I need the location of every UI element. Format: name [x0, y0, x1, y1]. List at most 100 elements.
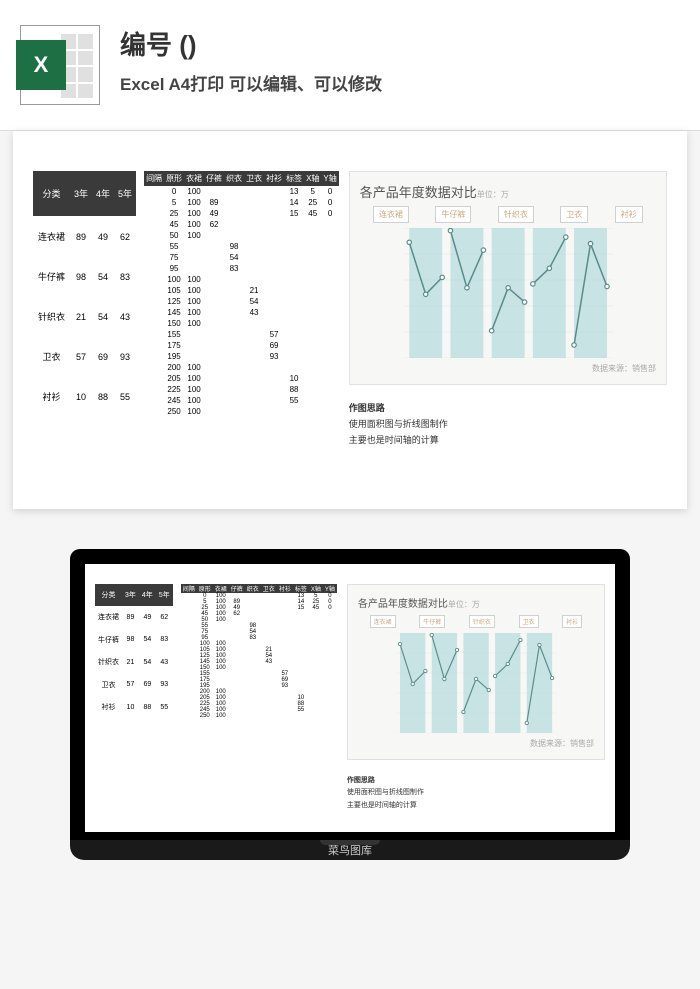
table-header: 仔裤	[229, 584, 245, 593]
table-row: 14510043	[144, 307, 339, 318]
table-header: 标签	[293, 584, 309, 593]
table-row: 19593	[144, 351, 339, 362]
header: X 编号 () Excel A4打印 可以编辑、可以修改	[0, 0, 700, 131]
table-row: 22510088	[144, 384, 339, 395]
notes: 作图思路使用面积图与折线图制作主要也是时间轴的计算	[347, 775, 605, 813]
legend-item: 针织衣	[498, 206, 534, 223]
table-header: 衣裙	[184, 171, 204, 186]
table-header: 标签	[284, 171, 304, 186]
table-row: 150100	[144, 318, 339, 329]
table-header: Y轴	[323, 584, 337, 593]
chart-container: 各产品年度数据对比单位：万连衣裙 牛仔裤 针织衣 卫衣 衬衫数据来源：销售部	[349, 171, 667, 385]
notes: 作图思路使用面积图与折线图制作主要也是时间轴的计算	[349, 400, 667, 449]
table-header: 间隔	[144, 171, 164, 186]
table-header: 衬衫	[277, 584, 293, 593]
legend-item: 牛仔裤	[435, 206, 471, 223]
document-preview-1: 分类3年4年5年连衣裙894962牛仔裤985483针织衣215443卫衣576…	[13, 131, 687, 509]
table-header: 4年	[139, 584, 156, 607]
table-row: 24510055	[144, 395, 339, 406]
table-row: 7554	[144, 252, 339, 263]
table-row: 4510062	[144, 219, 339, 230]
table-row: 卫衣576993	[95, 674, 173, 697]
table-row: 连衣裙894962	[33, 216, 136, 256]
table-row: 连衣裙894962	[95, 606, 173, 629]
table-header: 间隔	[181, 584, 197, 593]
chart-title: 各产品年度数据对比单位：万	[358, 595, 594, 610]
table-row: 01001350	[144, 186, 339, 197]
table-header: Y轴	[321, 171, 338, 186]
chart-unit: 单位：万	[448, 600, 480, 609]
table-row: 10510021	[144, 285, 339, 296]
table-header: X轴	[309, 584, 323, 593]
table-header: 分类	[33, 171, 70, 216]
excel-icon: X	[20, 25, 100, 105]
table-row: 251004915450	[144, 208, 339, 219]
table-row: 50100	[144, 230, 339, 241]
table-row: 牛仔裤985483	[95, 629, 173, 652]
table-row: 卫衣576993	[33, 337, 136, 377]
table-header: 织衣	[245, 584, 261, 593]
category-table: 分类3年4年5年连衣裙894962牛仔裤985483针织衣215443卫衣576…	[33, 171, 136, 417]
table-row: 20510010	[144, 373, 339, 384]
table-row: 9583	[144, 263, 339, 274]
table-header: 5年	[114, 171, 136, 216]
axis-table: 间隔原形衣裙仔裤织衣卫衣衬衫标签X轴Y轴01001350510089142502…	[144, 171, 339, 417]
table-header: 卫衣	[244, 171, 264, 186]
table-row: 250100	[181, 713, 337, 719]
legend-item: 卫衣	[519, 615, 539, 628]
table-row: 5598	[144, 241, 339, 252]
table-row: 衬衫108855	[95, 696, 173, 719]
chart-footer: 数据来源：销售部	[358, 738, 594, 749]
table-row: 51008914250	[144, 197, 339, 208]
notes-line: 主要也是时间轴的计算	[349, 432, 667, 448]
table-header: X轴	[304, 171, 321, 186]
legend-item: 针织衣	[469, 615, 495, 628]
notes-line: 使用面积图与折线图制作	[347, 787, 605, 800]
table-row: 牛仔裤985483	[33, 257, 136, 297]
chart-legend: 连衣裙 牛仔裤 针织衣 卫衣 衬衫	[360, 206, 656, 223]
chart-legend: 连衣裙 牛仔裤 针织衣 卫衣 衬衫	[358, 615, 594, 628]
chart-footer: 数据来源：销售部	[360, 363, 656, 374]
table-header: 织衣	[224, 171, 244, 186]
notes-line: 主要也是时间轴的计算	[347, 800, 605, 813]
legend-item: 连衣裙	[373, 206, 409, 223]
table-row: 衬衫108855	[33, 377, 136, 417]
axis-table: 间隔原形衣裙仔裤织衣卫衣衬衫标签X轴Y轴01001350510089142502…	[181, 584, 337, 719]
table-header: 分类	[95, 584, 122, 607]
table-header: 原形	[164, 171, 184, 186]
table-header: 原形	[197, 584, 213, 593]
notes-line: 使用面积图与折线图制作	[349, 416, 667, 432]
legend-item: 衬衫	[562, 615, 582, 628]
table-header: 5年	[156, 584, 173, 607]
table-header: 3年	[70, 171, 92, 216]
table-header: 衬衫	[264, 171, 284, 186]
table-row: 15557	[144, 329, 339, 340]
chart-title: 各产品年度数据对比单位：万	[360, 182, 656, 201]
chart-canvas	[360, 228, 656, 358]
chart-canvas	[358, 633, 594, 733]
table-row: 针织衣215443	[95, 651, 173, 674]
notes-title: 作图思路	[347, 775, 605, 788]
table-row: 12510054	[144, 296, 339, 307]
table-row: 17569	[144, 340, 339, 351]
legend-item: 牛仔裤	[419, 615, 445, 628]
laptop-mockup: 分类3年4年5年连衣裙894962牛仔裤985483针织衣215443卫衣576…	[70, 549, 630, 861]
table-header: 4年	[92, 171, 114, 216]
legend-item: 衬衫	[615, 206, 643, 223]
legend-item: 连衣裙	[370, 615, 396, 628]
chart-container: 各产品年度数据对比单位：万连衣裙 牛仔裤 针织衣 卫衣 衬衫数据来源：销售部	[347, 584, 605, 760]
category-table: 分类3年4年5年连衣裙894962牛仔裤985483针织衣215443卫衣576…	[95, 584, 173, 719]
chart-unit: 单位：万	[477, 190, 509, 199]
table-header: 衣裙	[213, 584, 229, 593]
table-row: 针织衣215443	[33, 297, 136, 337]
table-header: 卫衣	[261, 584, 277, 593]
table-row: 100100	[144, 274, 339, 285]
table-row: 200100	[144, 362, 339, 373]
legend-item: 卫衣	[560, 206, 588, 223]
table-row: 250100	[144, 406, 339, 417]
notes-title: 作图思路	[349, 400, 667, 416]
page-subtitle: Excel A4打印 可以编辑、可以修改	[120, 70, 680, 95]
table-header: 3年	[122, 584, 139, 607]
laptop-brand: 菜鸟图库	[70, 840, 630, 860]
page-title: 编号 ()	[120, 25, 680, 62]
